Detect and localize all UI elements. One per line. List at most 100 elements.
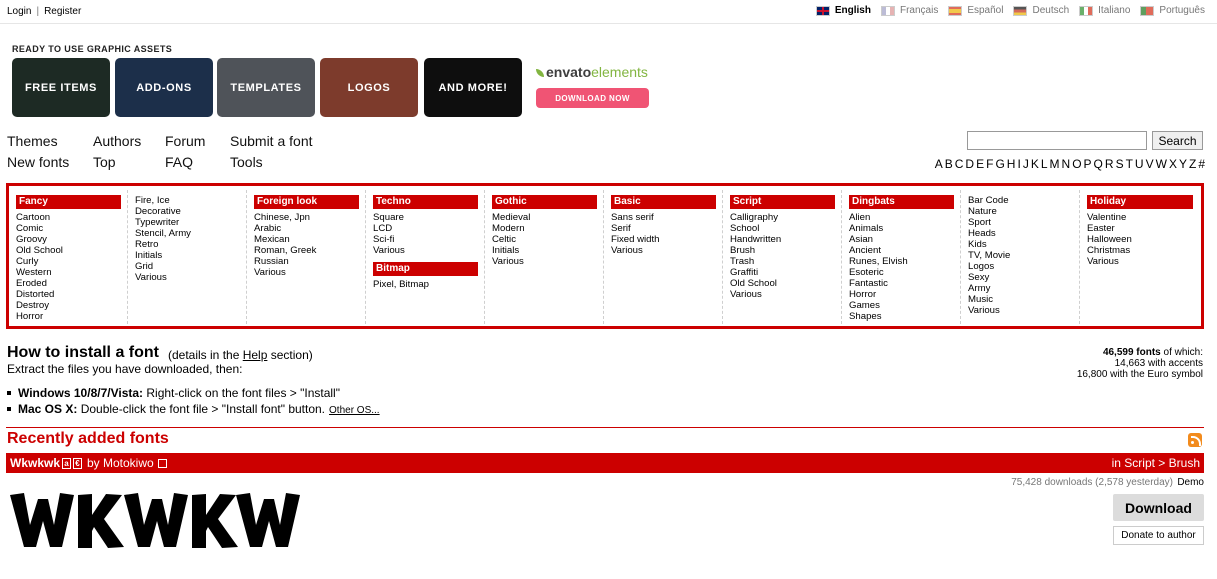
donate-button[interactable]: Donate to author bbox=[1113, 526, 1204, 545]
banner-tile-and-more[interactable]: AND MORE! bbox=[424, 58, 522, 117]
subcategory-link[interactable]: Medieval bbox=[492, 212, 597, 223]
subcategory-link[interactable]: Halloween bbox=[1087, 234, 1193, 245]
alpha-link[interactable]: P bbox=[1084, 157, 1092, 171]
subcategory-link[interactable]: Retro bbox=[135, 239, 240, 250]
subcategory-link[interactable]: Cartoon bbox=[16, 212, 121, 223]
alpha-link[interactable]: D bbox=[965, 157, 974, 171]
subcategory-link[interactable]: Animals bbox=[849, 223, 954, 234]
lang-english[interactable]: English bbox=[815, 5, 871, 16]
nav-authors[interactable]: Authors bbox=[93, 133, 141, 149]
subcategory-link[interactable]: Russian bbox=[254, 256, 359, 267]
subcategory-link[interactable]: Logos bbox=[968, 261, 1073, 272]
nav-forum[interactable]: Forum bbox=[165, 133, 205, 149]
lang-italiano[interactable]: Italiano bbox=[1079, 5, 1130, 16]
subcategory-link[interactable]: Christmas bbox=[1087, 245, 1193, 256]
subcategory-link[interactable]: Initials bbox=[492, 245, 597, 256]
alpha-link[interactable]: R bbox=[1105, 157, 1114, 171]
subcategory-link[interactable]: Various bbox=[135, 272, 240, 283]
subcategory-link[interactable]: Various bbox=[730, 289, 835, 300]
subcategory-link[interactable]: Old School bbox=[730, 278, 835, 289]
subcategory-link[interactable]: Old School bbox=[16, 245, 121, 256]
subcategory-link[interactable]: Sans serif bbox=[611, 212, 716, 223]
alpha-link[interactable]: B bbox=[945, 157, 953, 171]
subcategory-link[interactable]: Decorative bbox=[135, 206, 240, 217]
banner-tile-logos[interactable]: LOGOS bbox=[320, 58, 418, 117]
subcategory-link[interactable]: LCD bbox=[373, 223, 478, 234]
download-button[interactable]: Download bbox=[1113, 494, 1204, 521]
subcategory-link[interactable]: Nature bbox=[968, 206, 1073, 217]
other-os-link[interactable]: Other OS... bbox=[329, 405, 380, 416]
subcategory-link[interactable]: Alien bbox=[849, 212, 954, 223]
subcategory-link[interactable]: Asian bbox=[849, 234, 954, 245]
subcategory-link[interactable]: Fixed width bbox=[611, 234, 716, 245]
alpha-link[interactable]: W bbox=[1156, 157, 1167, 171]
subcategory-link[interactable]: Horror bbox=[849, 289, 954, 300]
subcategory-link[interactable]: Army bbox=[968, 283, 1073, 294]
subcategory-link[interactable]: Fire, Ice bbox=[135, 195, 240, 206]
subcategory-link[interactable]: Various bbox=[254, 267, 359, 278]
subcategory-link[interactable]: Groovy bbox=[16, 234, 121, 245]
alpha-link[interactable]: Q bbox=[1094, 157, 1103, 171]
subcategory-link[interactable]: Valentine bbox=[1087, 212, 1193, 223]
search-button[interactable]: Search bbox=[1152, 131, 1203, 150]
subcategory-link[interactable]: Shapes bbox=[849, 311, 954, 322]
category-basic[interactable]: Basic bbox=[611, 195, 716, 209]
subcategory-link[interactable]: Horror bbox=[16, 311, 121, 322]
alpha-link[interactable]: X bbox=[1169, 157, 1177, 171]
subcategory-link[interactable]: Calligraphy bbox=[730, 212, 835, 223]
subcategory-link[interactable]: Handwritten bbox=[730, 234, 835, 245]
alpha-link[interactable]: C bbox=[955, 157, 964, 171]
subcategory-link[interactable]: Initials bbox=[135, 250, 240, 261]
subcategory-link[interactable]: Kids bbox=[968, 239, 1073, 250]
subcategory-link[interactable]: Sci-fi bbox=[373, 234, 478, 245]
category-holiday[interactable]: Holiday bbox=[1087, 195, 1193, 209]
alpha-link[interactable]: # bbox=[1198, 157, 1205, 171]
nav-faq[interactable]: FAQ bbox=[165, 154, 193, 170]
subcategory-link[interactable]: Pixel, Bitmap bbox=[373, 279, 478, 290]
subcategory-link[interactable]: Typewriter bbox=[135, 217, 240, 228]
banner-tile-templates[interactable]: TEMPLATES bbox=[217, 58, 315, 117]
subcategory-link[interactable]: Roman, Greek bbox=[254, 245, 359, 256]
alpha-link[interactable]: M bbox=[1050, 157, 1060, 171]
nav-themes[interactable]: Themes bbox=[7, 133, 58, 149]
subcategory-link[interactable]: Easter bbox=[1087, 223, 1193, 234]
subcategory-link[interactable]: Curly bbox=[16, 256, 121, 267]
search-input[interactable] bbox=[967, 131, 1147, 150]
download-now-button[interactable]: DOWNLOAD NOW bbox=[536, 88, 649, 108]
register-link[interactable]: Register bbox=[44, 6, 81, 17]
alpha-link[interactable]: F bbox=[986, 157, 993, 171]
subcategory-link[interactable]: Graffiti bbox=[730, 267, 835, 278]
alpha-link[interactable]: N bbox=[1062, 157, 1071, 171]
alpha-link[interactable]: I bbox=[1017, 157, 1020, 171]
nav-tools[interactable]: Tools bbox=[230, 154, 263, 170]
subcategory-link[interactable]: TV, Movie bbox=[968, 250, 1073, 261]
subcategory-link[interactable]: Western bbox=[16, 267, 121, 278]
category-bitmap[interactable]: Bitmap bbox=[373, 262, 478, 276]
subcategory-link[interactable]: Various bbox=[492, 256, 597, 267]
subcategory-link[interactable]: Various bbox=[611, 245, 716, 256]
alpha-link[interactable]: Z bbox=[1189, 157, 1196, 171]
subcategory-link[interactable]: Various bbox=[1087, 256, 1193, 267]
subcategory-link[interactable]: Esoteric bbox=[849, 267, 954, 278]
banner-tile-add-ons[interactable]: ADD-ONS bbox=[115, 58, 213, 117]
banner-tile-free-items[interactable]: FREE ITEMS bbox=[12, 58, 110, 117]
alpha-link[interactable]: S bbox=[1116, 157, 1124, 171]
subcategory-link[interactable]: Sport bbox=[968, 217, 1073, 228]
lang-francais[interactable]: Français bbox=[880, 5, 938, 16]
subcategory-link[interactable]: Distorted bbox=[16, 289, 121, 300]
alpha-link[interactable]: J bbox=[1023, 157, 1029, 171]
alpha-link[interactable]: G bbox=[995, 157, 1004, 171]
alpha-link[interactable]: K bbox=[1031, 157, 1039, 171]
subcategory-link[interactable]: Various bbox=[968, 305, 1073, 316]
category-techno[interactable]: Techno bbox=[373, 195, 478, 209]
font-category-link[interactable]: in Script > Brush bbox=[1112, 456, 1200, 470]
alpha-link[interactable]: O bbox=[1072, 157, 1081, 171]
rss-icon[interactable] bbox=[1188, 433, 1202, 447]
alpha-link[interactable]: H bbox=[1007, 157, 1016, 171]
alpha-link[interactable]: A bbox=[935, 157, 943, 171]
subcategory-link[interactable]: Stencil, Army bbox=[135, 228, 240, 239]
alpha-link[interactable]: E bbox=[976, 157, 984, 171]
category-gothic[interactable]: Gothic bbox=[492, 195, 597, 209]
subcategory-link[interactable]: Fantastic bbox=[849, 278, 954, 289]
author-link[interactable]: by Motokiwo bbox=[87, 456, 154, 470]
